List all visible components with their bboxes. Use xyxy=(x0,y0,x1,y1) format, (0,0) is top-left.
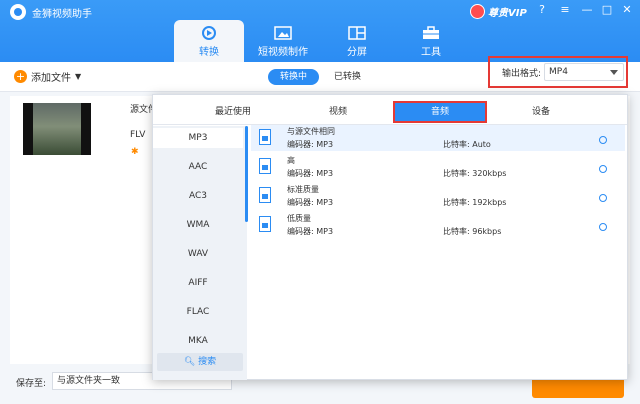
edit-tool-icon[interactable]: ✱ xyxy=(131,147,141,157)
format-list-scrollbar[interactable] xyxy=(245,126,248,222)
chevron-down-icon xyxy=(610,70,618,75)
add-file-label: 添加文件 xyxy=(31,73,71,84)
search-button[interactable]: 🔍︎ 搜索 xyxy=(157,353,243,371)
settings-icon[interactable] xyxy=(599,194,607,202)
add-file-button[interactable]: + 添加文件 ▼ xyxy=(14,69,81,84)
output-format-box: 输出格式: MP4 xyxy=(488,56,628,88)
convert-icon xyxy=(202,26,216,40)
settings-icon[interactable] xyxy=(599,165,607,173)
tab-split-screen[interactable]: 分屏 xyxy=(322,20,392,62)
preset-title: 低质量 xyxy=(287,214,311,223)
audio-file-icon xyxy=(259,129,271,145)
format-list: MP3 AAC AC3 WMA WAV AIFF FLAC MKA xyxy=(153,126,247,380)
search-label: 搜索 xyxy=(198,357,217,367)
format-item-wma[interactable]: WMA xyxy=(153,215,243,235)
tab-convert[interactable]: 转换 xyxy=(174,20,244,62)
save-to-label: 保存至: xyxy=(16,379,47,389)
search-icon: 🔍︎ xyxy=(183,357,196,367)
preset-bitrate: 比特率: 192kbps xyxy=(443,198,507,207)
preset-title: 与源文件相同 xyxy=(287,127,335,136)
preset-title: 标准质量 xyxy=(287,185,319,194)
tab-short-video[interactable]: 短视频制作 xyxy=(248,20,318,62)
output-format-select[interactable]: MP4 xyxy=(544,63,624,81)
plus-icon: + xyxy=(14,70,27,83)
preset-bitrate: 比特率: 96kbps xyxy=(443,227,502,236)
format-item-aac[interactable]: AAC xyxy=(153,157,243,177)
vip-label: 尊贵VIP xyxy=(488,7,527,19)
chevron-down-icon: ▼ xyxy=(75,72,82,81)
format-item-mp3[interactable]: MP3 xyxy=(153,128,243,148)
app-header: 金狮视频助手 转换 短视频制作 分屏 工具 尊贵VIP ? ≡ — □ ✕ xyxy=(0,0,640,62)
preset-item[interactable]: 与源文件相同 编码器: MP3 比特率: Auto xyxy=(251,125,625,151)
popup-tab-recent[interactable]: 最近使用 xyxy=(193,103,273,121)
maximize-button[interactable]: □ xyxy=(600,3,614,17)
split-screen-icon xyxy=(348,26,366,40)
popup-tab-device[interactable]: 设备 xyxy=(501,103,581,121)
close-button[interactable]: ✕ xyxy=(620,3,634,17)
format-item-wav[interactable]: WAV xyxy=(153,244,243,264)
tab-short-video-label: 短视频制作 xyxy=(258,47,308,58)
vip-badge[interactable]: 尊贵VIP xyxy=(470,3,527,19)
tab-tools[interactable]: 工具 xyxy=(396,20,466,62)
audio-file-icon xyxy=(259,158,271,174)
tab-tools-label: 工具 xyxy=(421,47,441,58)
settings-icon[interactable] xyxy=(599,136,607,144)
tab-convert-label: 转换 xyxy=(199,47,219,58)
preset-item[interactable]: 高 编码器: MP3 比特率: 320kbps xyxy=(251,154,625,180)
thumbnail-image xyxy=(33,103,81,155)
format-item-mka[interactable]: MKA xyxy=(153,331,243,351)
help-button[interactable]: ? xyxy=(535,3,549,17)
format-item-ac3[interactable]: AC3 xyxy=(153,186,243,206)
toolbox-icon xyxy=(423,26,439,39)
app-title: 金狮视频助手 xyxy=(32,9,92,20)
preset-codec: 编码器: MP3 xyxy=(287,169,334,178)
preset-bitrate: 比特率: 320kbps xyxy=(443,169,507,178)
tab-converting[interactable]: 转换中 xyxy=(268,69,320,85)
vip-icon xyxy=(470,3,485,19)
popup-tab-video[interactable]: 视频 xyxy=(298,103,378,121)
format-popup: 最近使用 视频 音频 设备 MP3 AAC AC3 WMA WAV AIFF F… xyxy=(152,94,628,380)
preset-title: 高 xyxy=(287,156,295,165)
app-logo-icon xyxy=(10,4,26,20)
preset-item[interactable]: 标准质量 编码器: MP3 比特率: 192kbps xyxy=(251,183,625,209)
popup-tab-bar: 最近使用 视频 音频 设备 xyxy=(153,99,627,125)
preset-codec: 编码器: MP3 xyxy=(287,227,334,236)
output-format-label: 输出格式: xyxy=(502,69,542,79)
minimize-button[interactable]: — xyxy=(580,3,594,17)
preset-codec: 编码器: MP3 xyxy=(287,140,334,149)
tab-converted[interactable]: 已转换 xyxy=(322,69,373,85)
audio-file-icon xyxy=(259,187,271,203)
menu-icon[interactable]: ≡ xyxy=(558,3,572,17)
output-format-value: MP4 xyxy=(549,67,568,77)
popup-tab-audio[interactable]: 音频 xyxy=(393,101,487,123)
tab-split-screen-label: 分屏 xyxy=(347,47,367,58)
settings-icon[interactable] xyxy=(599,223,607,231)
preset-codec: 编码器: MP3 xyxy=(287,198,334,207)
format-item-flac[interactable]: FLAC xyxy=(153,302,243,322)
preset-item[interactable]: 低质量 编码器: MP3 比特率: 96kbps xyxy=(251,212,625,238)
audio-file-icon xyxy=(259,216,271,232)
format-item-aiff[interactable]: AIFF xyxy=(153,273,243,293)
short-video-icon xyxy=(274,26,292,40)
video-thumbnail[interactable] xyxy=(23,103,91,155)
file-format: FLV xyxy=(130,130,146,140)
preset-bitrate: 比特率: Auto xyxy=(443,140,491,149)
